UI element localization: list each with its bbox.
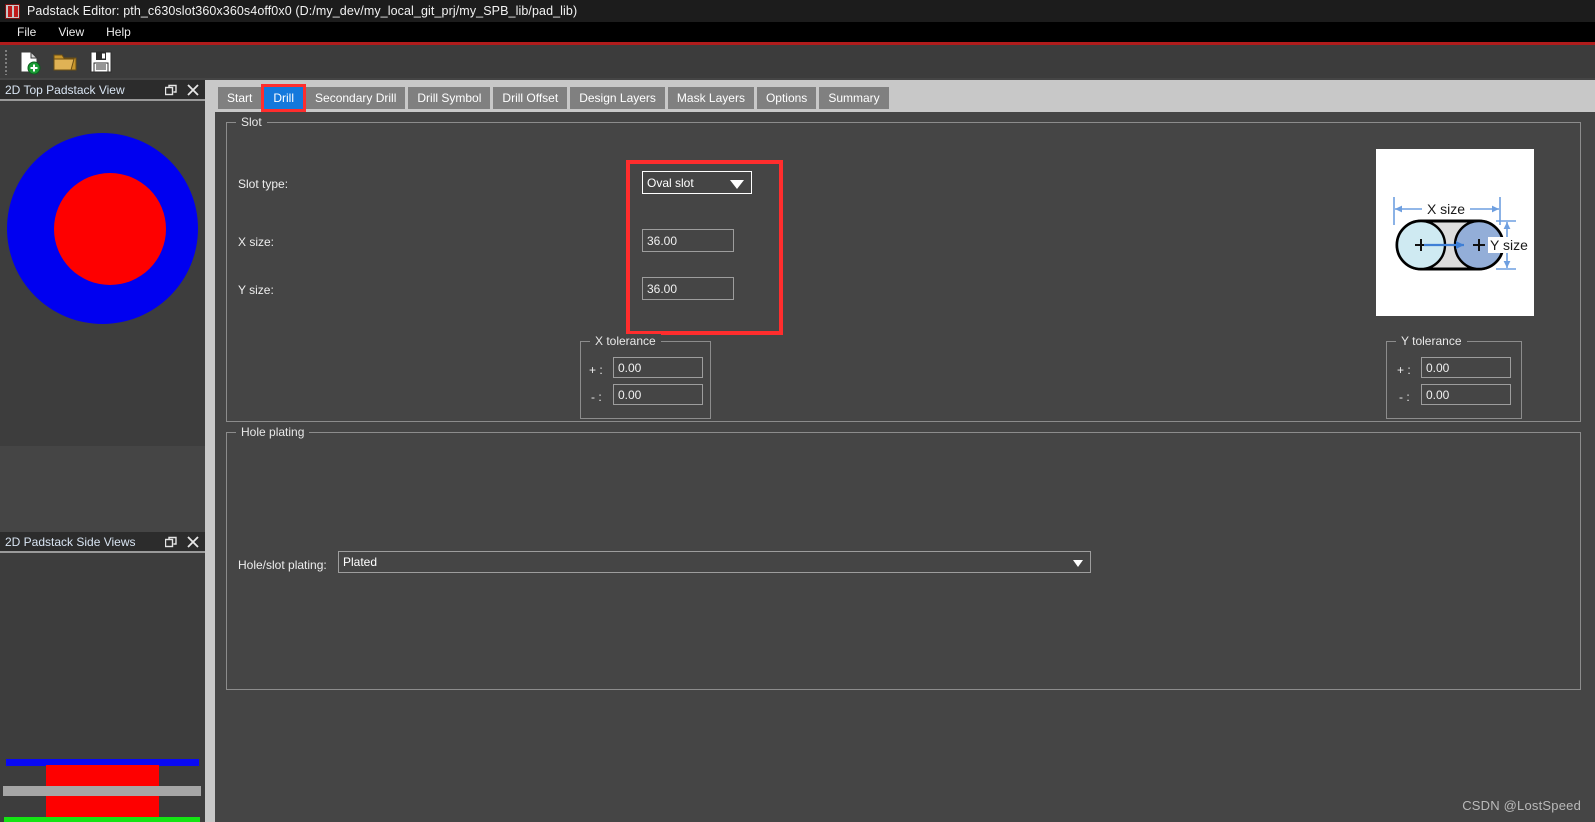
y-size-label: Y size: [238,283,274,297]
tab-strip: Start Drill Secondary Drill Drill Symbol… [215,80,1595,112]
y-tolerance-minus-value: 0.00 [1426,387,1450,402]
panel-2d-padstack-side-views: 2D Padstack Side Views [0,532,205,822]
x-tolerance-plus-label: + : [589,363,603,377]
close-icon[interactable] [185,534,201,550]
padstack-drill-hole-circle [54,173,166,285]
panel-title-top-view: 2D Top Padstack View [5,82,125,97]
hole-plating-legend: Hole plating [236,425,310,439]
new-padstack-button[interactable] [14,47,44,77]
svg-text:Y size: Y size [1490,237,1528,253]
x-tolerance-plus-input[interactable]: 0.00 [613,357,703,378]
panel-2d-top-padstack-view: 2D Top Padstack View [0,80,205,446]
side-view-internal-layer-bar [3,786,201,796]
x-tolerance-legend: X tolerance [590,334,661,348]
save-disk-icon [90,51,112,72]
padstack-outer-pad-circle [7,133,198,324]
chevron-down-icon [1073,560,1083,567]
slot-group-legend: Slot [236,115,267,129]
hole-slot-plating-value: Plated [343,555,378,569]
x-tolerance-plus-value: 0.00 [618,360,642,375]
x-tolerance-minus-input[interactable]: 0.00 [613,384,703,405]
tab-mask-layers[interactable]: Mask Layers [667,87,754,109]
panel-titlebar-top-view: 2D Top Padstack View [0,80,205,101]
tab-drill-offset[interactable]: Drill Offset [493,87,568,109]
hole-slot-plating-label: Hole/slot plating: [238,558,327,572]
open-padstack-button[interactable] [50,47,80,77]
y-tolerance-plus-input[interactable]: 0.00 [1421,357,1511,378]
x-tolerance-minus-value: 0.00 [618,387,642,402]
slot-type-label: Slot type: [238,177,289,191]
tab-design-layers[interactable]: Design Layers [570,87,665,109]
tab-summary[interactable]: Summary [819,87,889,109]
hole-plating-group: Hole plating Hole/slot plating: Plated [226,425,1581,690]
y-tolerance-legend: Y tolerance [1396,334,1467,348]
tab-secondary-drill[interactable]: Secondary Drill [306,87,406,109]
menu-item-view[interactable]: View [47,23,95,41]
panel-titlebar-side-views: 2D Padstack Side Views [0,532,205,553]
oval-slot-preview-image: X size Y size [1376,149,1534,316]
slot-type-select[interactable]: Oval slot [642,171,752,194]
slot-type-value: Oval slot [647,175,694,190]
watermark-text: CSDN @LostSpeed [1462,798,1581,813]
float-panel-icon[interactable] [163,82,179,98]
oval-slot-diagram: X size Y size [1393,197,1534,271]
panel-title-side-views: 2D Padstack Side Views [5,534,136,549]
close-icon[interactable] [185,82,201,98]
svg-text:X size: X size [1427,201,1465,217]
menu-item-file[interactable]: File [6,23,47,41]
x-size-input[interactable]: 36.00 [642,229,734,252]
tab-drill[interactable]: Drill [261,84,306,112]
side-views-canvas[interactable] [0,553,205,822]
y-tolerance-plus-value: 0.00 [1426,360,1450,375]
open-folder-icon [53,54,77,70]
chevron-down-icon [730,179,744,189]
x-size-value: 36.00 [647,233,678,248]
tab-options[interactable]: Options [756,87,817,109]
tab-start[interactable]: Start [218,87,262,109]
toolbar [0,45,1595,78]
slot-group: Slot Slot type: Oval slot X size: 36.00 … [226,115,1581,422]
padstack-editor-window: Padstack Editor: pth_c630slot360x360s4of… [0,0,1595,822]
save-padstack-button[interactable] [86,47,116,77]
float-panel-icon[interactable] [163,534,179,550]
y-size-value: 36.00 [647,281,678,296]
x-size-label: X size: [238,235,275,249]
window-title: Padstack Editor: pth_c630slot360x360s4of… [27,4,578,18]
y-tolerance-minus-label: - : [1399,390,1410,404]
new-file-icon [20,50,41,74]
top-padstack-canvas[interactable] [0,101,205,446]
y-tolerance-minus-input[interactable]: 0.00 [1421,384,1511,405]
x-tolerance-minus-label: - : [591,390,602,404]
side-view-bottom-layer-bar [4,817,200,822]
panel-splitter[interactable] [205,80,215,822]
tab-drill-symbol[interactable]: Drill Symbol [408,87,491,109]
toolbar-drag-grip[interactable] [4,48,8,75]
y-size-input[interactable]: 36.00 [642,277,734,300]
title-bar: Padstack Editor: pth_c630slot360x360s4of… [0,0,1595,22]
y-tolerance-group: Y tolerance + : 0.00 - : 0.00 [1386,334,1522,419]
menu-bar: File View Help [0,22,1595,42]
hole-slot-plating-select[interactable]: Plated [338,551,1091,573]
x-tolerance-group: X tolerance + : 0.00 - : 0.00 [580,334,711,419]
drill-tab-content: Slot Slot type: Oval slot X size: 36.00 … [215,112,1595,822]
menu-item-help[interactable]: Help [95,23,142,41]
y-tolerance-plus-label: + : [1397,363,1411,377]
padstack-app-icon [5,3,20,19]
